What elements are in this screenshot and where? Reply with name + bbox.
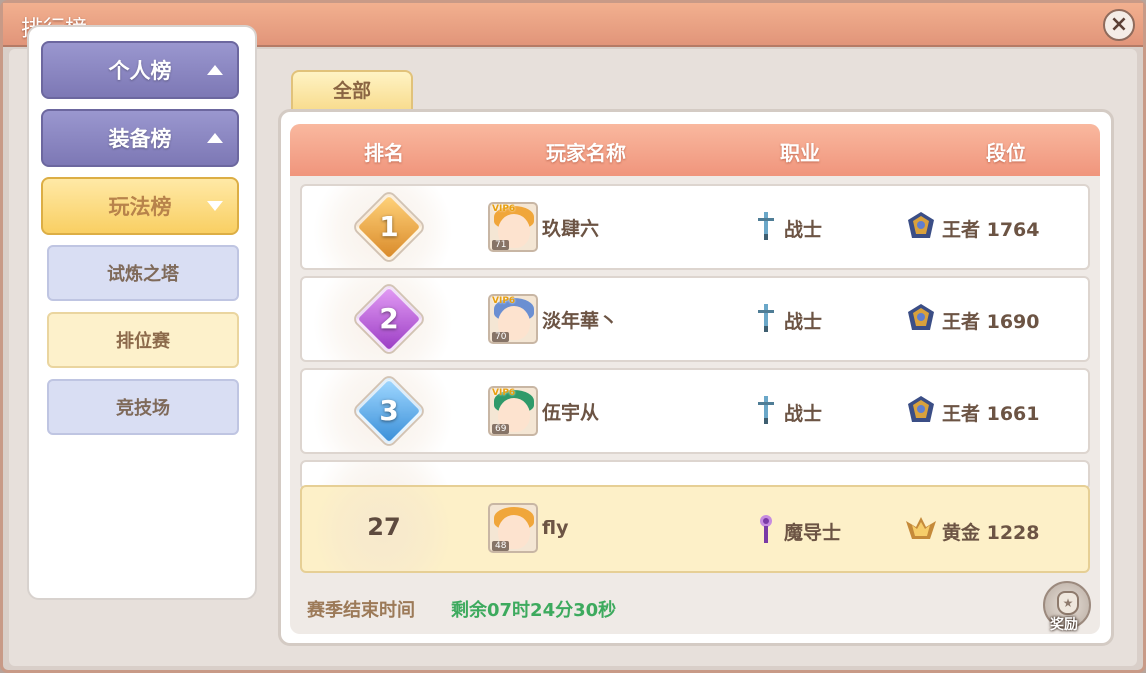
class-name: 魔导士 [784,522,842,544]
table-header: 排名 玩家名称 职业 段位 [290,124,1100,176]
table-row[interactable]: 1 VIP6 71 玖肆六 战士 王者 1764 [300,184,1090,270]
sub-item-trial-tower[interactable]: 试炼之塔 [47,245,239,301]
rank-number: 27 [367,513,401,541]
sword-icon [758,396,774,424]
avatar[interactable]: 48 [488,503,538,553]
category-personal-button[interactable]: 个人榜 [41,41,239,99]
header-class: 职业 [780,141,820,165]
table-row[interactable]: 3 VIP6 69 伍宇从 战士 王者 1661 [300,368,1090,454]
rank-number: 1 [379,210,399,243]
king-tier-icon [908,212,934,238]
player-name: 玖肆六 [542,218,600,240]
tier-value: 王者 1764 [942,219,1040,241]
level-badge: 69 [492,424,510,434]
avatar[interactable]: VIP6 69 [488,386,538,436]
ranking-window: 排行榜 × 个人榜 装备榜 玩法榜 试炼之塔 排位赛 竞技场 全部 排名 玩家名… [0,0,1146,673]
gold-tier-icon [906,517,936,539]
class-name: 战士 [784,403,823,425]
level-badge: 48 [492,541,510,551]
category-equipment-button[interactable]: 装备榜 [41,109,239,167]
vip-badge: VIP6 [492,388,516,398]
category-label: 装备榜 [108,127,172,151]
tab-all[interactable]: 全部 [291,70,413,110]
season-end-label: 赛季结束时间 [307,600,415,621]
sword-icon [758,212,774,240]
class-name: 战士 [784,311,823,333]
header-tier: 段位 [986,141,1026,165]
sub-item-arena[interactable]: 竞技场 [47,379,239,435]
vip-badge: VIP6 [492,296,516,306]
avatar[interactable]: VIP6 71 [488,202,538,252]
vip-badge: VIP6 [492,204,516,214]
sub-item-label: 试炼之塔 [107,264,179,285]
close-icon: × [1109,12,1129,37]
level-badge: 71 [492,240,510,250]
my-rank-row: 27 48 fly 魔导士 黄金 1228 [300,485,1090,573]
player-name: 淡年華丶 [542,310,619,332]
season-remaining: 剩余07时24分30秒 [451,600,617,621]
tier-value: 王者 1661 [942,403,1040,425]
player-name: fly [542,517,569,539]
mage-staff-icon [760,515,772,543]
header-rank: 排名 [364,141,404,165]
level-badge: 70 [492,332,510,342]
category-label: 个人榜 [108,59,172,83]
rank-number: 3 [379,394,399,427]
tier-value: 黄金 1228 [942,522,1040,544]
player-name: 伍宇从 [542,402,600,424]
category-label: 玩法榜 [108,195,172,219]
sidebar: 个人榜 装备榜 玩法榜 试炼之塔 排位赛 竞技场 [27,25,257,600]
reward-bag-icon: ★ [1057,591,1079,615]
chevron-up-icon [207,65,223,75]
rank-number: 2 [379,302,399,335]
table-row[interactable]: 2 VIP6 70 淡年華丶 战士 王者 1690 [300,276,1090,362]
king-tier-icon [908,304,934,330]
close-button[interactable]: × [1103,9,1135,41]
reward-label: 奖励 [1050,617,1078,633]
header-player: 玩家名称 [546,141,626,165]
sub-item-ranked[interactable]: 排位赛 [47,312,239,368]
king-tier-icon [908,396,934,422]
sub-item-label: 排位赛 [116,331,170,352]
category-gameplay-button[interactable]: 玩法榜 [41,177,239,235]
chevron-down-icon [207,201,223,211]
chevron-up-icon [207,133,223,143]
class-name: 战士 [784,219,823,241]
tier-value: 王者 1690 [942,311,1040,333]
sub-item-label: 竞技场 [116,398,170,419]
avatar[interactable]: VIP6 70 [488,294,538,344]
sword-icon [758,304,774,332]
